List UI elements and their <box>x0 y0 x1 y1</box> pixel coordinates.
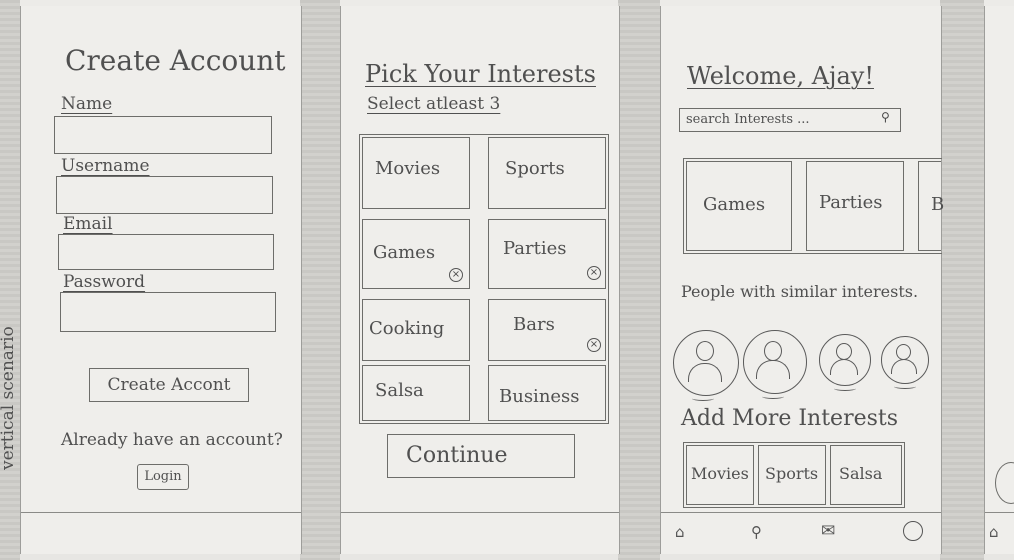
tile-label: Movies <box>375 158 441 179</box>
add-tile-salsa[interactable]: Salsa <box>830 445 902 505</box>
tile-cooking[interactable]: Cooking <box>362 299 470 361</box>
paper-sheet: vertical scenario Create Account Name Us… <box>0 0 1014 560</box>
people-heading: People with similar interests. <box>681 282 919 301</box>
interest-carousel: Games Parties B <box>683 158 945 254</box>
partial-avatar <box>995 462 1014 504</box>
password-field[interactable] <box>60 292 276 332</box>
username-field[interactable] <box>56 176 273 214</box>
gutter-3 <box>940 0 984 560</box>
tile-label: Sports <box>765 464 819 483</box>
continue-button[interactable]: Continue <box>387 434 575 478</box>
home-icon[interactable]: ⌂ <box>989 523 999 541</box>
tile-label: B <box>931 194 945 215</box>
person-underline <box>692 396 714 401</box>
create-account-screen: Create Account Name Username Email Passw… <box>20 6 302 554</box>
person-avatar[interactable] <box>743 330 807 399</box>
carousel-tile-games[interactable]: Games <box>686 161 792 251</box>
tile-bars[interactable]: Bars × <box>488 299 606 361</box>
create-account-button[interactable]: Create Accont <box>89 368 249 402</box>
nav-bar: ⌂ <box>985 512 1014 555</box>
name-field[interactable] <box>54 116 272 154</box>
mail-icon[interactable]: ✉ <box>821 521 835 541</box>
gutter-2 <box>618 0 660 560</box>
tile-business[interactable]: Business <box>488 365 606 421</box>
person-underline <box>834 386 856 391</box>
search-input[interactable]: search Interests ... <box>679 108 901 132</box>
tile-salsa[interactable]: Salsa <box>362 365 470 421</box>
add-tile-sports[interactable]: Sports <box>758 445 826 505</box>
tile-label: Movies <box>691 464 749 483</box>
remove-circle-icon[interactable]: × <box>449 268 463 282</box>
subtitle: Select atleast 3 <box>367 94 501 114</box>
tile-label: Business <box>499 386 580 407</box>
tile-games[interactable]: Games × <box>362 219 470 289</box>
tile-label: Sports <box>505 158 565 179</box>
page-title: Create Account <box>65 44 286 77</box>
pick-interests-screen: Pick Your Interests Select atleast 3 Mov… <box>340 6 620 554</box>
tile-parties[interactable]: Parties × <box>488 219 606 289</box>
person-underline <box>894 384 916 389</box>
add-more-row: Movies Sports Salsa <box>683 442 905 508</box>
username-label: Username <box>61 156 150 176</box>
gutter-1 <box>300 0 340 560</box>
already-have-account-text: Already have an account? <box>61 430 283 450</box>
tile-label: Games <box>373 242 436 263</box>
tile-label: Games <box>703 194 766 215</box>
remove-circle-icon[interactable]: × <box>587 338 601 352</box>
nav-bar <box>341 512 619 555</box>
person-head <box>696 341 714 361</box>
profile-icon[interactable] <box>903 521 923 541</box>
tile-movies[interactable]: Movies <box>362 137 470 209</box>
tile-label: Salsa <box>839 464 883 483</box>
person-body <box>891 359 917 374</box>
name-label: Name <box>61 94 113 114</box>
email-field[interactable] <box>58 234 274 270</box>
tile-label: Cooking <box>369 318 445 339</box>
login-button[interactable]: Login <box>137 464 189 490</box>
person-body <box>688 363 722 382</box>
interests-grid: Movies Sports Games × Parties × Cooking … <box>359 134 609 424</box>
nav-bar: ⌂ ⚲ ✉ <box>661 512 941 555</box>
carousel-tile-parties[interactable]: Parties <box>806 161 904 251</box>
person-avatar[interactable] <box>819 334 871 391</box>
tile-label: Parties <box>819 192 883 213</box>
search-icon[interactable]: ⚲ <box>751 523 762 541</box>
tile-label: Bars <box>513 314 555 335</box>
person-head <box>896 344 911 360</box>
vertical-scenario-label: vertical scenario <box>0 326 18 470</box>
person-head <box>836 343 852 360</box>
tile-label: Parties <box>503 238 567 259</box>
password-label: Password <box>63 272 146 292</box>
person-head <box>764 341 782 361</box>
next-screen-partial: ⌂ <box>984 6 1014 554</box>
email-label: Email <box>63 214 113 234</box>
carousel-tile-partial[interactable]: B <box>918 161 945 251</box>
nav-bar <box>21 512 301 555</box>
person-avatar[interactable] <box>881 336 929 389</box>
remove-circle-icon[interactable]: × <box>587 266 601 280</box>
person-underline <box>762 394 784 399</box>
page-title: Pick Your Interests <box>365 60 596 88</box>
person-body <box>756 360 790 379</box>
welcome-screen: Welcome, Ajay! search Interests ... ⚲ Ga… <box>660 6 945 555</box>
welcome-title: Welcome, Ajay! <box>687 62 874 90</box>
add-tile-movies[interactable]: Movies <box>686 445 754 505</box>
home-icon[interactable]: ⌂ <box>675 523 685 541</box>
gutter-left <box>0 0 20 560</box>
person-body <box>830 359 858 375</box>
tile-sports[interactable]: Sports <box>488 137 606 209</box>
add-more-heading: Add More Interests <box>681 406 899 431</box>
person-avatar[interactable] <box>673 330 739 401</box>
search-icon[interactable]: ⚲ <box>881 110 890 124</box>
tile-label: Salsa <box>375 380 424 401</box>
